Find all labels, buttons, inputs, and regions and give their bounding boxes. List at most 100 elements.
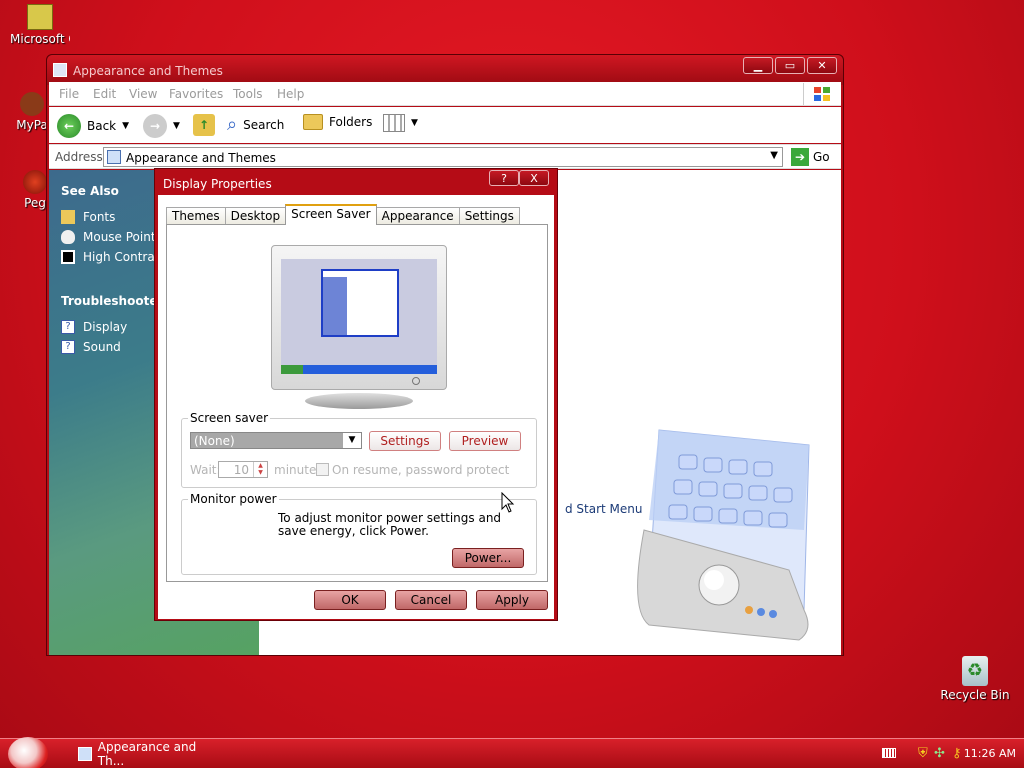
- screen-saver-select[interactable]: (None) ▼: [190, 432, 362, 449]
- monitor-power-text: To adjust monitor power settings and sav…: [278, 511, 502, 538]
- menu-tools[interactable]: Tools: [233, 87, 263, 101]
- dialog-body: Themes Desktop Screen Saver Appearance S…: [158, 195, 554, 619]
- address-bar: Address Appearance and Themes ▼ ➔ Go: [49, 144, 841, 169]
- key-icon[interactable]: ⚷: [952, 746, 962, 761]
- recycle-bin-icon: ♻: [962, 656, 988, 686]
- go-button[interactable]: ➔ Go: [791, 148, 830, 166]
- maximize-button[interactable]: ▭: [775, 57, 805, 74]
- taskbar-item-appearance[interactable]: Appearance and Th...: [74, 740, 224, 768]
- user-folder-icon: [20, 92, 44, 116]
- see-also-fonts[interactable]: Fonts: [61, 210, 115, 224]
- preview-window: [321, 269, 399, 337]
- address-input[interactable]: Appearance and Themes ▼: [103, 147, 783, 167]
- display-properties-dialog: Display Properties ? X Themes Desktop Sc…: [154, 168, 558, 621]
- chevron-down-icon: ▼: [343, 433, 361, 448]
- tab-screen-saver[interactable]: Screen Saver: [285, 204, 377, 225]
- wait-label: Wait:: [190, 463, 221, 477]
- high-contrast-icon: [61, 250, 75, 264]
- back-label: Back: [87, 119, 117, 133]
- password-protect-checkbox[interactable]: [316, 463, 329, 476]
- preview-screen: [281, 259, 437, 374]
- shield-icon[interactable]: ⛨: [918, 746, 928, 761]
- sound-label: Sound: [83, 340, 121, 354]
- menu-edit[interactable]: Edit: [93, 87, 116, 101]
- keyboard-icon[interactable]: [882, 748, 896, 758]
- power-led-icon: [412, 377, 420, 385]
- menu-view[interactable]: View: [129, 87, 157, 101]
- screen-saver-panel: Screen saver (None) ▼ Settings Preview W…: [166, 224, 548, 582]
- ok-button[interactable]: OK: [314, 590, 386, 610]
- desktop-icon-recycle-bin[interactable]: ♻ Recycle Bin: [940, 656, 1010, 702]
- preview-button[interactable]: Preview: [449, 431, 521, 451]
- monitor-preview: [271, 245, 447, 390]
- screen-saver-settings-button[interactable]: Settings: [369, 431, 441, 451]
- spinner-arrows-icon[interactable]: ▲ ▼: [253, 462, 267, 477]
- views-button[interactable]: ▼: [383, 114, 418, 132]
- close-button[interactable]: ✕: [807, 57, 837, 74]
- dialog-titlebar[interactable]: Display Properties ? X: [155, 169, 557, 195]
- tab-strip: Themes Desktop Screen Saver Appearance S…: [166, 204, 520, 225]
- mouse-cursor-icon: [501, 492, 515, 513]
- troubleshooter-display[interactable]: ? Display: [61, 320, 127, 334]
- start-button[interactable]: [8, 737, 48, 768]
- display-label: Display: [83, 320, 128, 334]
- menu-favorites[interactable]: Favorites: [169, 87, 223, 101]
- minimize-button[interactable]: ▁: [743, 57, 773, 74]
- explorer-titlebar[interactable]: Appearance and Themes ▁ ▭ ✕: [47, 55, 843, 85]
- back-button[interactable]: ← Back ▼: [57, 114, 129, 138]
- window-title: Appearance and Themes: [73, 64, 223, 78]
- mouse-icon: [61, 230, 75, 244]
- system-tray: ⛨ ✣ ⚷ 11:26 AM: [864, 739, 1024, 768]
- monitor-power-group: Monitor power To adjust monitor power se…: [181, 492, 537, 575]
- chevron-down-icon[interactable]: ▼: [770, 150, 778, 161]
- tab-appearance[interactable]: Appearance: [375, 207, 460, 225]
- go-arrow-icon: ➔: [791, 148, 809, 166]
- troubleshooter-sound[interactable]: ? Sound: [61, 340, 121, 354]
- search-icon: ⌕: [227, 114, 238, 135]
- screen-saver-group: Screen saver (None) ▼ Settings Preview W…: [181, 411, 537, 488]
- up-folder-button[interactable]: ↑: [193, 114, 215, 136]
- toolbar: ← Back ▼ → ▼ ↑ ⌕ Search Folders ▼: [49, 107, 841, 143]
- control-panel-icon: [78, 747, 92, 761]
- outlook-icon: [27, 4, 53, 30]
- see-also-heading: See Also: [61, 184, 119, 198]
- themes-illustration: [637, 429, 810, 641]
- search-label: Search: [243, 117, 285, 132]
- forward-arrow-icon: →: [143, 114, 167, 138]
- menu-file[interactable]: File: [59, 87, 79, 101]
- back-arrow-icon: ←: [57, 114, 81, 138]
- tab-settings[interactable]: Settings: [458, 207, 520, 225]
- screen-saver-value: (None): [194, 434, 235, 448]
- see-also-mouse-pointers[interactable]: Mouse Pointe: [61, 230, 163, 244]
- chevron-down-icon: ▼: [122, 121, 130, 131]
- pegasus-icon: [23, 170, 47, 194]
- menu-help[interactable]: Help: [277, 87, 304, 101]
- desktop-icon-outlook[interactable]: Microsoft Outlo: [10, 4, 70, 46]
- search-button[interactable]: ⌕ Search: [227, 114, 284, 135]
- help-button[interactable]: ?: [489, 170, 519, 186]
- wait-spinner[interactable]: 10 ▲ ▼: [218, 461, 268, 478]
- cancel-button[interactable]: Cancel: [395, 590, 467, 610]
- fonts-folder-icon: [61, 210, 75, 224]
- mouse-pointers-label: Mouse Pointe: [83, 230, 163, 244]
- folders-label: Folders: [329, 115, 373, 129]
- folders-button[interactable]: Folders: [303, 114, 372, 130]
- see-also-high-contrast[interactable]: High Contras: [61, 250, 161, 264]
- power-button[interactable]: Power...: [452, 548, 524, 568]
- clock: 11:26 AM: [963, 747, 1016, 760]
- up-folder-icon: ↑: [193, 114, 215, 136]
- tab-desktop[interactable]: Desktop: [224, 207, 287, 225]
- forward-button[interactable]: → ▼: [143, 114, 180, 138]
- folder-icon: [303, 114, 323, 130]
- password-protect-label: On resume, password protect: [332, 463, 510, 477]
- screen-saver-legend: Screen saver: [188, 411, 271, 425]
- window-icon: [53, 63, 67, 77]
- tab-themes[interactable]: Themes: [166, 207, 226, 225]
- dialog-close-button[interactable]: X: [519, 170, 549, 186]
- network-icon[interactable]: ✣: [934, 746, 945, 761]
- control-panel-icon: [107, 150, 121, 164]
- desktop-icon-label: Microsoft Outlo: [10, 32, 70, 46]
- apply-button[interactable]: Apply: [476, 590, 548, 610]
- fonts-label: Fonts: [83, 210, 116, 224]
- windows-logo-icon: [803, 83, 839, 105]
